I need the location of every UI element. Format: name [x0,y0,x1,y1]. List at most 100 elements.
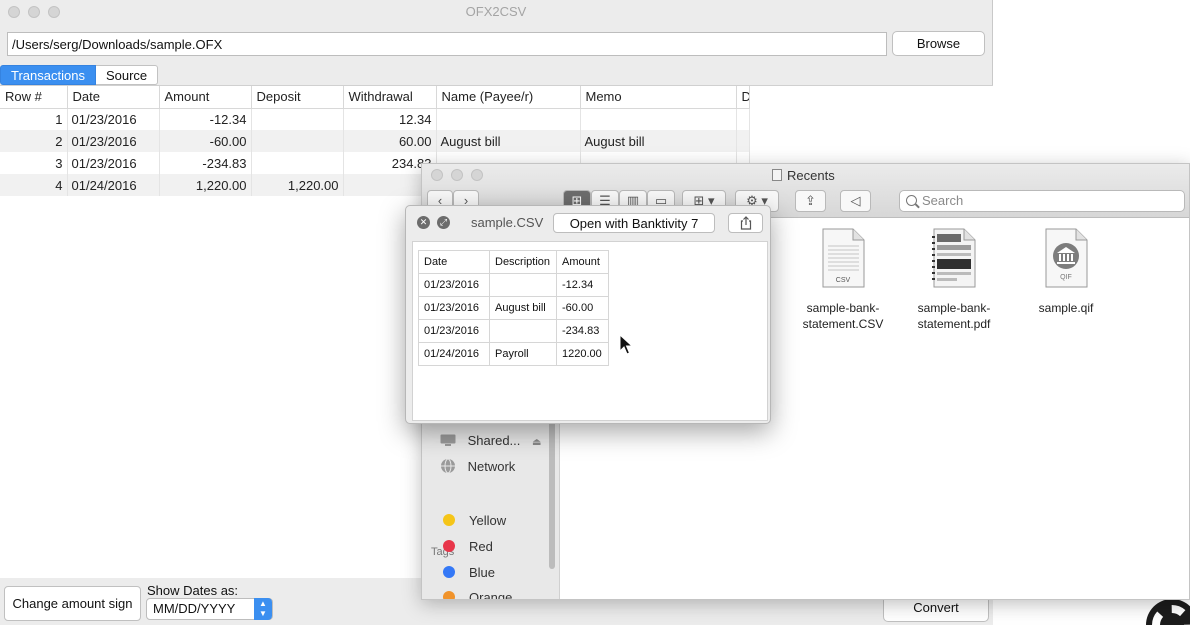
table-header-row: Row # Date Amount Deposit Withdrawal Nam… [0,86,750,109]
cell-amount: -12.34 [159,108,252,130]
quicklook-panel: ✕ ⤢ sample.CSV Open with Banktivity 7 Da… [405,205,771,424]
tag-icon[interactable]: ◁ [840,190,871,212]
share-icon[interactable]: ⇪ [795,190,826,212]
blue-tag-icon [443,566,455,578]
cell-name: August bill [436,130,581,152]
column-header-deposit[interactable]: Deposit [251,86,344,109]
cell-withdrawal: 12.34 [343,108,437,130]
file-item-csv[interactable]: CSV sample-bank- statement.CSV [788,228,898,332]
open-with-button[interactable]: Open with Banktivity 7 [553,213,715,233]
cell-row-number: 1 [0,108,68,130]
csv-cell: 01/23/2016 [418,296,490,320]
csv-row: 01/24/2016 Payroll 1220.00 [418,342,609,366]
file-path-input[interactable] [7,32,887,56]
cell-memo [580,108,737,130]
sidebar-item-tag-red[interactable]: Red [440,537,493,557]
finder-zoom-icon[interactable] [471,169,483,181]
file-name-line1: sample-bank- [917,301,991,315]
table-row[interactable]: 1 01/23/2016 -12.34 12.34 [0,108,750,130]
table-row[interactable]: 2 01/23/2016 -60.00 60.00 August bill Au… [0,130,750,152]
quicklook-title: sample.CSV [471,215,544,230]
browse-button[interactable]: Browse [892,31,985,56]
search-icon [906,195,917,206]
csv-header-amount: Amount [556,250,609,274]
sidebar-item-tag-orange[interactable]: Orange [440,588,512,599]
tab-source[interactable]: Source [95,65,159,85]
sidebar-item-shared[interactable]: Shared... ⏏ [440,431,541,451]
zoom-window-icon[interactable] [48,6,60,18]
file-name-line2: statement.pdf [917,317,991,331]
share-button[interactable] [728,213,763,233]
cell-row-number: 2 [0,130,68,152]
file-item-pdf[interactable]: sample-bank- statement.pdf [899,228,1009,332]
cell-deposit [251,108,344,130]
tab-bar: Transactions Source [0,65,159,85]
select-stepper-icon: ▲ ▼ [254,598,272,620]
cell-date: 01/23/2016 [67,152,160,174]
qif-file-icon: QIF [1045,228,1088,288]
cell-memo: August bill [580,130,737,152]
file-name-line1: sample-bank- [806,301,880,315]
close-window-icon[interactable] [8,6,20,18]
fullscreen-icon[interactable]: ⤢ [437,216,450,229]
red-tag-icon [443,540,455,552]
minimize-window-icon[interactable] [28,6,40,18]
csv-row: 01/23/2016 -234.83 [418,319,609,343]
cell-name [436,108,581,130]
cell-deposit [251,152,344,174]
tab-transactions[interactable]: Transactions [0,65,96,85]
file-name-line1: sample.qif [1038,301,1094,315]
csv-cell: -60.00 [556,296,609,320]
column-header-withdrawal[interactable]: Withdrawal [343,86,437,109]
close-icon[interactable]: ✕ [417,216,430,229]
csv-cell: 01/24/2016 [418,342,490,366]
cell-amount: -234.83 [159,152,252,174]
csv-cell: Payroll [489,342,557,366]
csv-header-description: Description [489,250,557,274]
finder-close-icon[interactable] [431,169,443,181]
csv-cell [489,273,557,297]
change-amount-sign-button[interactable]: Change amount sign [4,586,141,621]
eject-icon[interactable]: ⏏ [532,437,541,448]
cell-amount: -60.00 [159,130,252,152]
file-item-qif[interactable]: QIF sample.qif [1011,228,1121,316]
csv-cell: 01/23/2016 [418,319,490,343]
csv-cell: 01/23/2016 [418,273,490,297]
share-icon [740,216,751,230]
date-format-value: MM/DD/YYYY [153,601,236,616]
csv-cell [489,319,557,343]
sidebar-item-tag-blue[interactable]: Blue [440,563,495,583]
cell-withdrawal: 60.00 [343,130,437,152]
column-header-memo[interactable]: Memo [580,86,737,109]
column-header-amount[interactable]: Amount [159,86,252,109]
csv-cell: -234.83 [556,319,609,343]
csv-row: 01/23/2016 -12.34 [418,273,609,297]
column-header-date[interactable]: Date [67,86,160,109]
cell-row-number: 4 [0,174,68,196]
window-title: OFX2CSV [465,4,527,19]
finder-minimize-icon[interactable] [451,169,463,181]
sidebar-item-tag-yellow[interactable]: Yellow [440,511,506,531]
column-header-row-number[interactable]: Row # [0,86,68,109]
finder-search-input[interactable]: Search [899,190,1185,212]
cell-row-number: 3 [0,152,68,174]
sidebar-item-network[interactable]: Network [440,457,515,477]
cell-deposit [251,130,344,152]
date-format-select[interactable]: MM/DD/YYYY ▲ ▼ [146,598,273,620]
lifebuoy-icon [1146,599,1190,625]
csv-badge: CSV [836,277,851,284]
orange-tag-icon [443,591,455,599]
csv-header-row: Date Description Amount [418,250,609,274]
file-name-line2: statement.CSV [802,317,884,331]
yellow-tag-icon [443,514,455,526]
recents-icon [772,169,782,181]
column-header-d[interactable]: D [736,86,750,109]
csv-row: 01/23/2016 August bill -60.00 [418,296,609,320]
column-header-name[interactable]: Name (Payee/r) [436,86,581,109]
main-titlebar: OFX2CSV [0,0,992,24]
cell-date: 01/23/2016 [67,130,160,152]
display-icon [440,434,456,446]
pdf-file-icon [932,228,976,288]
csv-header-date: Date [418,250,490,274]
mouse-cursor-icon [619,334,633,355]
